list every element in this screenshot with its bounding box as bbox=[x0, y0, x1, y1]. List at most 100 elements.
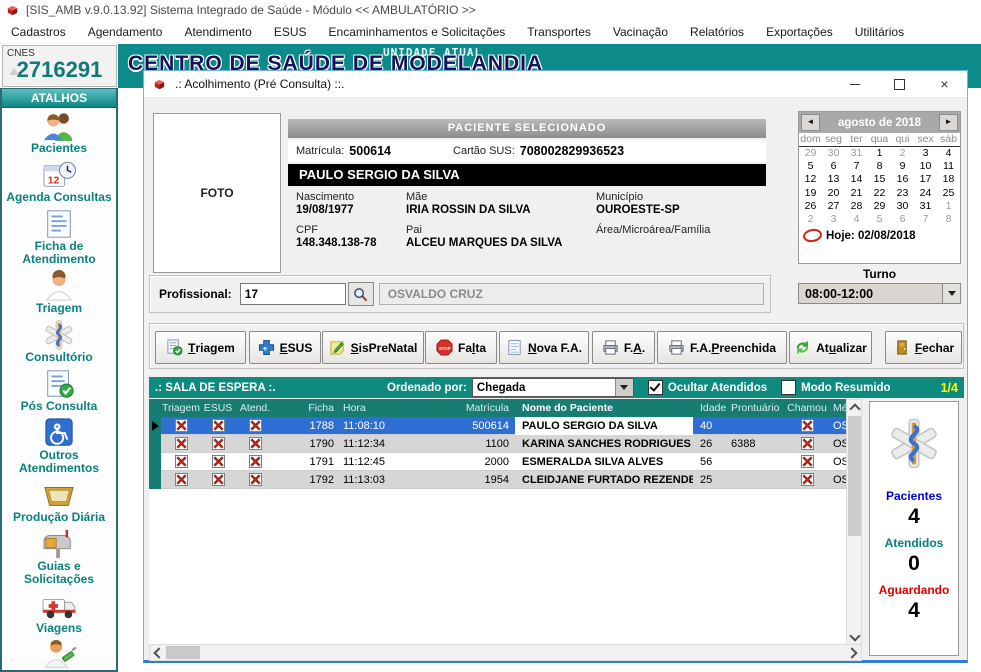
table-row[interactable]: 179211:13:031954CLEIDJANE FURTADO REZEND… bbox=[149, 471, 846, 489]
vertical-scroll-thumb[interactable] bbox=[848, 416, 861, 536]
calendar-day[interactable]: 15 bbox=[868, 173, 891, 186]
header-atend[interactable]: Atend. bbox=[235, 399, 275, 417]
esus-button[interactable]: eESUS bbox=[249, 331, 321, 364]
calendar-day[interactable]: 13 bbox=[822, 173, 845, 186]
menu-item-cadastros[interactable]: Cadastros bbox=[0, 22, 77, 42]
calendar-day[interactable]: 1 bbox=[868, 147, 891, 160]
fa-preenchida-button[interactable]: F.A. Preenchida bbox=[657, 331, 787, 364]
calendar-day[interactable]: 5 bbox=[799, 160, 822, 173]
calendar-prev-button[interactable]: ◄ bbox=[801, 114, 820, 131]
calendar-day[interactable]: 6 bbox=[891, 213, 914, 226]
calendar-day[interactable]: 16 bbox=[891, 173, 914, 186]
calendar-day[interactable]: 20 bbox=[822, 187, 845, 200]
sidebar-item-viagens[interactable]: Viagens bbox=[2, 588, 116, 637]
calendar-day[interactable]: 26 bbox=[799, 200, 822, 213]
sidebar-item-agenda-consultas[interactable]: 12Agenda Consultas bbox=[2, 157, 116, 206]
header-idade[interactable]: Idade bbox=[693, 399, 729, 417]
profissional-code-input[interactable] bbox=[240, 283, 346, 305]
sidebar-item-consultorio[interactable]: Consultório bbox=[2, 317, 116, 366]
sidebar-item-triagem[interactable]: Triagem bbox=[2, 268, 116, 317]
header-ficha[interactable]: Ficha bbox=[275, 399, 339, 417]
calendar-day[interactable]: 29 bbox=[868, 200, 891, 213]
scroll-down-button[interactable] bbox=[847, 630, 862, 645]
maximize-button[interactable] bbox=[877, 71, 922, 97]
calendar-day[interactable]: 4 bbox=[937, 147, 960, 160]
calendar-day[interactable]: 17 bbox=[914, 173, 937, 186]
calendar-next-button[interactable]: ► bbox=[939, 114, 958, 131]
table-horizontal-scrollbar[interactable] bbox=[149, 644, 862, 661]
modo-resumido-checkbox[interactable]: Modo Resumido bbox=[781, 380, 890, 395]
calendar-day[interactable]: 8 bbox=[937, 213, 960, 226]
scroll-left-button[interactable] bbox=[150, 645, 165, 660]
sidebar-item-pacientes[interactable]: Pacientes bbox=[2, 108, 116, 157]
calendar-day[interactable]: 19 bbox=[799, 187, 822, 200]
calendar-day[interactable]: 12 bbox=[799, 173, 822, 186]
calendar-day[interactable]: 4 bbox=[845, 213, 868, 226]
header-matricula[interactable]: Matrícula bbox=[399, 399, 515, 417]
minimize-button[interactable] bbox=[832, 71, 877, 97]
fa-button[interactable]: F.A. bbox=[592, 331, 655, 364]
ocultar-atendidos-checkbox[interactable]: Ocultar Atendidos bbox=[648, 380, 767, 395]
turno-select[interactable]: 08:00-12:00 bbox=[798, 283, 961, 304]
calendar-day[interactable]: 8 bbox=[868, 160, 891, 173]
menu-item-atendimento[interactable]: Atendimento bbox=[173, 22, 262, 42]
calendar-day[interactable]: 7 bbox=[845, 160, 868, 173]
menu-item-esus[interactable]: ESUS bbox=[263, 22, 318, 42]
calendar-day[interactable]: 27 bbox=[822, 200, 845, 213]
table-vertical-scrollbar[interactable] bbox=[846, 399, 862, 646]
calendar-day[interactable]: 6 bbox=[822, 160, 845, 173]
profissional-search-button[interactable] bbox=[348, 282, 374, 306]
scroll-right-button[interactable] bbox=[846, 645, 861, 660]
sidebar-item-vacinacao[interactable]: Vacinação bbox=[2, 637, 116, 672]
triagem-button[interactable]: Triagem bbox=[155, 331, 246, 364]
sidebar-item-guias-e-solicitacoes[interactable]: Guias e Solicitações bbox=[2, 526, 116, 588]
table-row[interactable]: 179111:12:452000ESMERALDA SILVA ALVES56O… bbox=[149, 453, 846, 471]
falta-button[interactable]: STOPFalta bbox=[425, 331, 497, 364]
header-med[interactable]: Méd bbox=[829, 399, 846, 417]
calendar-day[interactable]: 3 bbox=[914, 147, 937, 160]
sidebar-item-outros-atendimentos[interactable]: Outros Atendimentos bbox=[2, 415, 116, 477]
header-nome[interactable]: Nome do Paciente bbox=[515, 399, 693, 417]
header-marker[interactable] bbox=[149, 399, 161, 417]
calendar-day[interactable]: 29 bbox=[799, 147, 822, 160]
calendar-day[interactable]: 30 bbox=[891, 200, 914, 213]
calendar-day[interactable]: 22 bbox=[868, 187, 891, 200]
menu-item-transportes[interactable]: Transportes bbox=[516, 22, 602, 42]
calendar-day[interactable]: 28 bbox=[845, 200, 868, 213]
atualizar-button[interactable]: Atualizar bbox=[789, 331, 872, 364]
calendar-day[interactable]: 31 bbox=[914, 200, 937, 213]
menu-item-agendamento[interactable]: Agendamento bbox=[77, 22, 174, 42]
menu-item-vacinacao[interactable]: Vacinação bbox=[602, 22, 679, 42]
turno-dropdown-icon[interactable] bbox=[942, 284, 960, 303]
calendar-day[interactable]: 21 bbox=[845, 187, 868, 200]
horizontal-scroll-thumb[interactable] bbox=[166, 646, 200, 659]
calendar-day[interactable]: 9 bbox=[891, 160, 914, 173]
calendar-day[interactable]: 5 bbox=[868, 213, 891, 226]
sisprenatal-button[interactable]: SisPreNatal bbox=[322, 331, 424, 364]
sidebar-item-producao-diaria[interactable]: Produção Diária bbox=[2, 477, 116, 526]
calendar-day[interactable]: 31 bbox=[845, 147, 868, 160]
header-chamou[interactable]: Chamou bbox=[785, 399, 829, 417]
menu-item-relatorios[interactable]: Relatórios bbox=[679, 22, 755, 42]
menu-item-encaminhamentos-e-solicitacoes[interactable]: Encaminhamentos e Solicitações bbox=[318, 22, 517, 42]
fechar-button[interactable]: Fechar bbox=[885, 331, 962, 364]
table-row[interactable]: 178811:08:10500614PAULO SERGIO DA SILVA4… bbox=[149, 417, 846, 435]
calendar-day[interactable]: 10 bbox=[914, 160, 937, 173]
table-row[interactable]: 179011:12:341100KARINA SANCHES RODRIGUES… bbox=[149, 435, 846, 453]
ordenado-select[interactable]: Chegada bbox=[472, 378, 634, 397]
calendar-day[interactable]: 18 bbox=[937, 173, 960, 186]
calendar-day[interactable]: 11 bbox=[937, 160, 960, 173]
sidebar-item-pos-consulta[interactable]: Pós Consulta bbox=[2, 366, 116, 415]
header-triagem[interactable]: Triagem bbox=[161, 399, 201, 417]
menu-item-exportacoes[interactable]: Exportações bbox=[755, 22, 844, 42]
calendar-day[interactable]: 30 bbox=[822, 147, 845, 160]
calendar-day[interactable]: 14 bbox=[845, 173, 868, 186]
calendar-day[interactable]: 25 bbox=[937, 187, 960, 200]
calendar-day[interactable]: 2 bbox=[799, 213, 822, 226]
calendar-day[interactable]: 24 bbox=[914, 187, 937, 200]
header-esus[interactable]: ESUS bbox=[201, 399, 235, 417]
header-hora[interactable]: Hora bbox=[339, 399, 399, 417]
sidebar-item-ficha-de-atendimento[interactable]: Ficha de Atendimento bbox=[2, 206, 116, 268]
window-titlebar[interactable]: .: Acolhimento (Pré Consulta) ::. × bbox=[144, 71, 967, 98]
ordenado-dropdown-icon[interactable] bbox=[615, 379, 633, 396]
